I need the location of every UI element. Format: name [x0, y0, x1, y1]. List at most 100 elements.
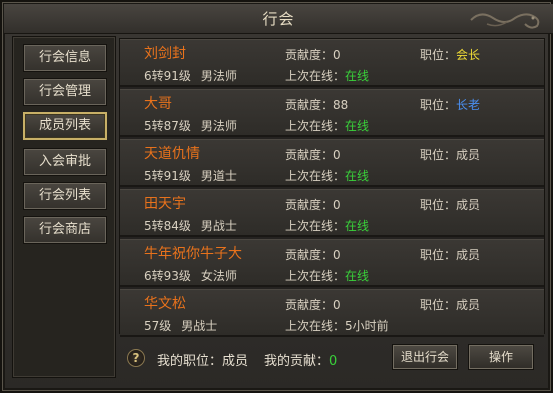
- member-row[interactable]: 天道仇情 5转91级 男道士 贡献度：0 上次在线：在线 职位：成员: [120, 139, 544, 187]
- online-value: 在线: [345, 219, 370, 233]
- contrib-label: 贡献度：: [285, 198, 334, 212]
- member-class: 男战士: [181, 319, 218, 333]
- member-level-class: 57级 男战士: [144, 317, 217, 334]
- member-online: 上次在线：在线: [285, 217, 369, 234]
- member-level: 57级: [144, 319, 172, 333]
- guild-window: 行会 行会信息 行会管理 成员列表 入会审批 行会列表 行会商店 刘剑封 6转9…: [0, 0, 553, 393]
- tab-member-list[interactable]: 成员列表: [23, 112, 107, 140]
- online-label: 上次在线：: [285, 219, 346, 233]
- tab-guild-manage[interactable]: 行会管理: [23, 78, 107, 106]
- member-level-class: 6转93级 女法师: [144, 267, 237, 284]
- contrib-label: 贡献度：: [285, 48, 334, 62]
- position-label: 职位：: [420, 48, 457, 62]
- member-name: 天道仇情: [144, 146, 200, 162]
- position-label: 职位：: [420, 298, 457, 312]
- quit-guild-button[interactable]: 退出行会: [392, 344, 458, 370]
- tab-join-approval[interactable]: 入会审批: [23, 148, 107, 176]
- member-name: 华文松: [144, 296, 186, 312]
- member-position: 职位：成员: [420, 146, 480, 163]
- my-position-value: 成员: [222, 354, 249, 369]
- my-contrib-value: 0: [329, 354, 338, 369]
- contrib-value: 88: [333, 98, 349, 112]
- online-value: 在线: [345, 269, 370, 283]
- member-level-class: 6转91级 男法师: [144, 67, 237, 84]
- position-label: 职位：: [420, 98, 457, 112]
- position-value: 会长: [456, 48, 481, 62]
- member-level-class: 5转91级 男道士: [144, 167, 237, 184]
- position-value: 成员: [456, 248, 481, 262]
- online-value: 在线: [345, 169, 370, 183]
- online-label: 上次在线：: [285, 319, 346, 333]
- online-value: 在线: [345, 69, 370, 83]
- member-contrib: 贡献度：0: [285, 146, 341, 163]
- position-value: 成员: [456, 298, 481, 312]
- position-value: 成员: [456, 148, 481, 162]
- member-level: 5转84级: [144, 219, 191, 233]
- contrib-value: 0: [333, 148, 341, 162]
- member-position: 职位：会长: [420, 46, 480, 63]
- my-contribution: 我的贡献：0: [264, 350, 337, 369]
- my-position: 我的职位：成员: [157, 350, 248, 369]
- operate-button[interactable]: 操作: [468, 344, 534, 370]
- tab-guild-info[interactable]: 行会信息: [23, 44, 107, 72]
- member-online: 上次在线：在线: [285, 267, 369, 284]
- member-contrib: 贡献度：88: [285, 96, 348, 113]
- member-position: 职位：成员: [420, 296, 480, 313]
- member-level: 5转91级: [144, 169, 191, 183]
- member-class: 男法师: [200, 119, 237, 133]
- contrib-label: 贡献度：: [285, 148, 334, 162]
- member-row[interactable]: 大哥 5转87级 男法师 贡献度：88 上次在线：在线 职位：长老: [120, 89, 544, 137]
- my-position-label: 我的职位：: [157, 354, 223, 369]
- online-label: 上次在线：: [285, 119, 346, 133]
- member-row[interactable]: 牛年祝你牛子大 6转93级 女法师 贡献度：0 上次在线：在线 职位：成员: [120, 239, 544, 287]
- contrib-value: 0: [333, 298, 341, 312]
- member-class: 男战士: [200, 219, 237, 233]
- contrib-value: 0: [333, 198, 341, 212]
- dragon-ornament-icon: [470, 13, 540, 29]
- member-name: 牛年祝你牛子大: [144, 246, 242, 262]
- member-contrib: 贡献度：0: [285, 246, 341, 263]
- title-bar[interactable]: 行会: [4, 4, 553, 34]
- member-level-class: 5转84级 男战士: [144, 217, 237, 234]
- member-name: 田天宇: [144, 196, 186, 212]
- online-label: 上次在线：: [285, 69, 346, 83]
- member-position: 职位：成员: [420, 196, 480, 213]
- member-name: 大哥: [144, 96, 172, 112]
- member-position: 职位：成员: [420, 246, 480, 263]
- contrib-label: 贡献度：: [285, 298, 334, 312]
- member-row[interactable]: 刘剑封 6转91级 男法师 贡献度：0 上次在线：在线 职位：会长: [120, 39, 544, 87]
- help-icon[interactable]: ?: [127, 349, 145, 367]
- position-value: 成员: [456, 198, 481, 212]
- tab-guild-list[interactable]: 行会列表: [23, 182, 107, 210]
- position-value: 长老: [456, 98, 481, 112]
- member-class: 男法师: [200, 69, 237, 83]
- position-label: 职位：: [420, 148, 457, 162]
- window-title: 行会: [262, 10, 295, 28]
- member-class: 女法师: [200, 269, 237, 283]
- member-list: 刘剑封 6转91级 男法师 贡献度：0 上次在线：在线 职位：会长 大哥 5转87…: [119, 38, 545, 337]
- contrib-label: 贡献度：: [285, 248, 334, 262]
- guild-sidebar: 行会信息 行会管理 成员列表 入会审批 行会列表 行会商店: [12, 36, 116, 378]
- member-level-class: 5转87级 男法师: [144, 117, 237, 134]
- member-online: 上次在线：5小时前: [285, 317, 389, 334]
- position-label: 职位：: [420, 248, 457, 262]
- member-name: 刘剑封: [144, 46, 186, 62]
- online-label: 上次在线：: [285, 169, 346, 183]
- member-row[interactable]: 田天宇 5转84级 男战士 贡献度：0 上次在线：在线 职位：成员: [120, 189, 544, 237]
- member-level: 5转87级: [144, 119, 191, 133]
- member-contrib: 贡献度：0: [285, 46, 341, 63]
- online-value: 5小时前: [345, 319, 389, 333]
- my-contrib-label: 我的贡献：: [264, 354, 330, 369]
- member-contrib: 贡献度：0: [285, 296, 341, 313]
- tab-guild-shop[interactable]: 行会商店: [23, 216, 107, 244]
- contrib-label: 贡献度：: [285, 98, 334, 112]
- online-label: 上次在线：: [285, 269, 346, 283]
- online-value: 在线: [345, 119, 370, 133]
- guild-footer: ? 我的职位：成员 我的贡献：0 退出行会 操作: [119, 340, 545, 376]
- member-level: 6转93级: [144, 269, 191, 283]
- member-online: 上次在线：在线: [285, 117, 369, 134]
- member-online: 上次在线：在线: [285, 167, 369, 184]
- member-row[interactable]: 华文松 57级 男战士 贡献度：0 上次在线：5小时前 职位：成员: [120, 289, 544, 337]
- member-class: 男道士: [200, 169, 237, 183]
- member-online: 上次在线：在线: [285, 67, 369, 84]
